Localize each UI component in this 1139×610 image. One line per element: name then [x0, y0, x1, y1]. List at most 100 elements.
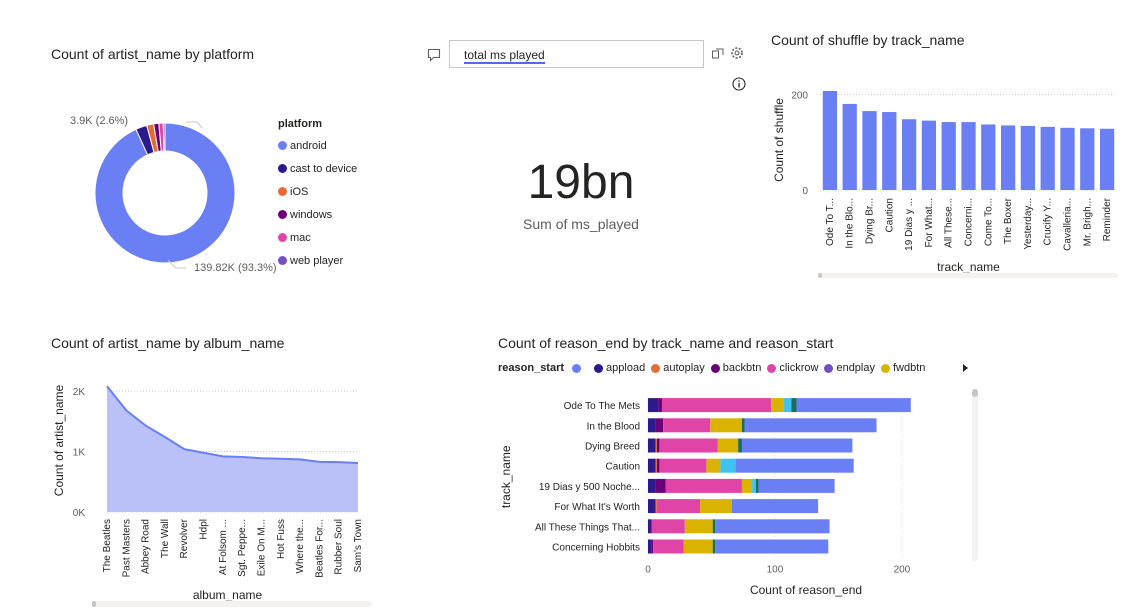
legend-item-mac[interactable]: mac: [278, 226, 357, 249]
bar-segment-dying-breed-appload[interactable]: [648, 438, 656, 453]
point-abbey-road[interactable]: [144, 424, 148, 428]
point-exile-on-m[interactable]: [259, 456, 263, 460]
bar-segment-ode-to-the-mets-series-8[interactable]: [791, 398, 797, 413]
bar-segment-in-the-blood-appload[interactable]: [648, 418, 656, 433]
bar-segment-in-the-blood-series-8[interactable]: [741, 418, 745, 433]
bar-segment-ode-to-the-mets-backbtn[interactable]: [658, 398, 662, 413]
bar-segment-dying-breed-backbtn[interactable]: [656, 438, 660, 453]
bar-yesterday[interactable]: [1020, 125, 1036, 190]
legend-item-android[interactable]: android: [278, 134, 357, 157]
gear-icon[interactable]: [730, 46, 744, 60]
legend-item-appload[interactable]: appload: [594, 362, 645, 374]
legend-item-ios[interactable]: iOS: [278, 180, 357, 203]
bar-segment-19-dias-y-500-noche-series-8[interactable]: [755, 478, 759, 493]
point-sgt-peppe[interactable]: [240, 455, 244, 459]
bar-segment-for-what-it-s-worth-clickrow[interactable]: [656, 499, 701, 514]
reason-scrollbar[interactable]: [972, 389, 978, 561]
bar-segment-concerning-hobbits-clickrow[interactable]: [653, 539, 684, 554]
bar-segment-dying-breed-fwdbtn[interactable]: [717, 438, 739, 453]
bar-segment-caution-appload[interactable]: [648, 458, 656, 473]
legend-item-backbtn[interactable]: backbtn: [710, 362, 761, 374]
bar-in-the-blo[interactable]: [842, 103, 857, 190]
bar-segment-19-dias-y-500-noche-series-7[interactable]: [752, 478, 756, 493]
point-the-beatles[interactable]: [105, 384, 109, 388]
bar-segment-ode-to-the-mets-series-0[interactable]: [796, 398, 911, 413]
bar-segment-19-dias-y-500-noche-clickrow[interactable]: [665, 478, 742, 493]
comment-icon[interactable]: [427, 48, 441, 62]
legend-item-blank[interactable]: [572, 362, 584, 374]
bar-segment-dying-breed-series-8[interactable]: [738, 438, 742, 453]
bar-dying-br[interactable]: [862, 111, 877, 190]
bar-segment-dying-breed-clickrow[interactable]: [659, 438, 718, 453]
bar-segment-all-these-things-that-fwdbtn[interactable]: [684, 519, 713, 534]
bar-segment-ode-to-the-mets-appload[interactable]: [648, 398, 659, 413]
bar-segment-all-these-things-that-series-8[interactable]: [712, 519, 716, 534]
bar-segment-in-the-blood-clickrow[interactable]: [663, 418, 711, 433]
bar-segment-in-the-blood-fwdbtn[interactable]: [710, 418, 742, 433]
bar-segment-dying-breed-series-0[interactable]: [741, 438, 853, 453]
bar-segment-caution-autoplay[interactable]: [655, 458, 657, 473]
bar-crucify-y[interactable]: [1040, 126, 1055, 190]
bar-segment-caution-clickrow[interactable]: [659, 458, 707, 473]
shuffle-scrollbar[interactable]: [818, 273, 1118, 278]
bar-segment-concerning-hobbits-appload[interactable]: [648, 539, 652, 554]
bar-segment-concerning-hobbits-series-0[interactable]: [715, 539, 829, 554]
point-revolver[interactable]: [182, 447, 186, 451]
bar-segment-ode-to-the-mets-clickrow[interactable]: [661, 398, 772, 413]
bar-segment-dying-breed-autoplay[interactable]: [655, 438, 657, 453]
bar-segment-19-dias-y-500-noche-series-0[interactable]: [758, 478, 835, 493]
bar-segment-19-dias-y-500-noche-fwdbtn[interactable]: [741, 478, 753, 493]
legend-item-endplay[interactable]: endplay: [824, 362, 875, 374]
bar-ode-to-t[interactable]: [822, 91, 838, 190]
album-scrollbar[interactable]: [92, 601, 372, 607]
point-sam-s-town[interactable]: [356, 461, 360, 465]
bar-segment-for-what-it-s-worth-series-0[interactable]: [731, 499, 819, 514]
legend-item-cast-to-device[interactable]: cast to device: [278, 157, 357, 180]
bar-segment-in-the-blood-backbtn[interactable]: [655, 418, 664, 433]
legend-item-clickrow[interactable]: clickrow: [767, 362, 818, 374]
bar-mr-brigh[interactable]: [1080, 128, 1095, 190]
bar-segment-for-what-it-s-worth-autoplay[interactable]: [655, 499, 657, 514]
bar-segment-caution-series-7[interactable]: [720, 458, 736, 473]
bar-segment-concerning-hobbits-series-8[interactable]: [712, 539, 716, 554]
bar-reminder[interactable]: [1099, 128, 1115, 190]
legend-item-autoplay[interactable]: autoplay: [651, 362, 705, 374]
bar-segment-for-what-it-s-worth-fwdbtn[interactable]: [700, 499, 732, 514]
qa-input[interactable]: total ms played: [449, 40, 704, 68]
bar-segment-caution-backbtn[interactable]: [656, 458, 660, 473]
legend-item-fwdbtn[interactable]: fwdbtn: [881, 362, 925, 374]
bar-segment-all-these-things-that-series-0[interactable]: [715, 519, 830, 534]
bar-the-boxer[interactable]: [1000, 125, 1016, 190]
bar-segment-all-these-things-that-appload[interactable]: [648, 519, 651, 534]
point-at-folsom[interactable]: [221, 454, 225, 458]
legend-next-arrow-icon[interactable]: [963, 364, 968, 372]
bar-segment-19-dias-y-500-noche-backbtn[interactable]: [655, 478, 666, 493]
point-hot-fuss[interactable]: [279, 457, 283, 461]
bar-segment-19-dias-y-500-noche-appload[interactable]: [648, 478, 656, 493]
bar-cavalleria[interactable]: [1060, 127, 1075, 190]
bar-caution[interactable]: [882, 112, 897, 190]
point-rubber-soul[interactable]: [337, 460, 341, 464]
point-hdpl[interactable]: [202, 451, 206, 455]
bar-segment-concerning-hobbits-fwdbtn[interactable]: [683, 539, 713, 554]
donut-slice-web-player[interactable]: [162, 122, 166, 152]
bar-segment-concerning-hobbits-backbtn[interactable]: [651, 539, 654, 554]
bar-segment-all-these-things-that-clickrow[interactable]: [651, 519, 685, 534]
bar-segment-caution-series-0[interactable]: [735, 458, 854, 473]
share-icon[interactable]: [711, 46, 725, 60]
bar-segment-in-the-blood-series-0[interactable]: [744, 418, 877, 433]
bar-segment-for-what-it-s-worth-appload[interactable]: [648, 499, 656, 514]
point-where-the[interactable]: [298, 457, 302, 461]
bar-segment-ode-to-the-mets-fwdbtn[interactable]: [771, 398, 784, 413]
bar-concerni[interactable]: [961, 122, 976, 190]
bar-19-dias-y[interactable]: [901, 119, 917, 190]
point-past-masters[interactable]: [124, 408, 128, 412]
bar-segment-ode-to-the-mets-series-7[interactable]: [783, 398, 792, 413]
legend-item-windows[interactable]: windows: [278, 203, 357, 226]
point-the-wall[interactable]: [163, 435, 167, 439]
bar-segment-all-these-things-that-backbtn[interactable]: [650, 519, 652, 534]
bar-segment-caution-fwdbtn[interactable]: [706, 458, 721, 473]
bar-come-to[interactable]: [981, 124, 996, 190]
legend-item-web-player[interactable]: web player: [278, 249, 357, 272]
bar-for-what[interactable]: [921, 120, 937, 190]
